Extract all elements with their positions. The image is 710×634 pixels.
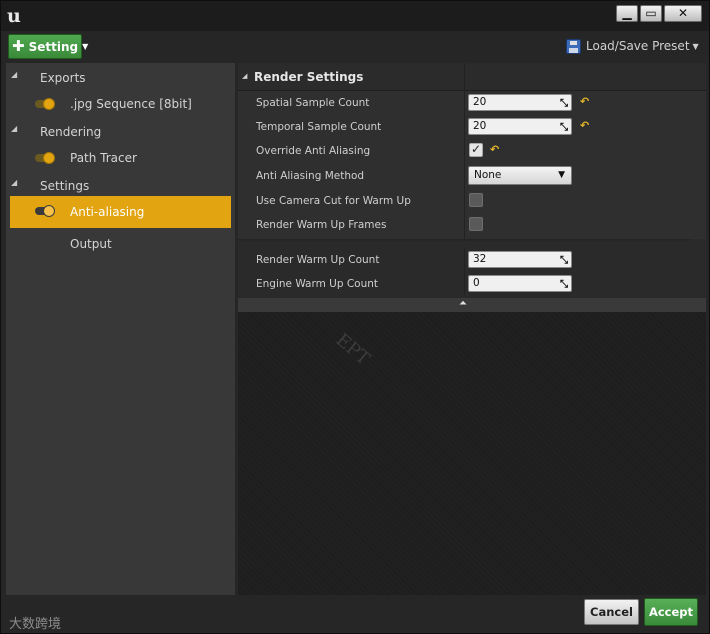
property-use-camera-cut-for-warm-up: Use Camera Cut for Warm Up	[238, 189, 706, 213]
footer: 大数跨境 Cancel Accept	[1, 596, 709, 633]
settings-list-panel: ◢ Exports .jpg Sequence [8bit] ◢ Renderi…	[6, 63, 235, 595]
unreal-logo-icon: u	[7, 5, 21, 27]
toolbar: ✚ Setting ▼ Load/Save Preset ▼	[1, 31, 709, 61]
group-exports[interactable]: ◢ Exports	[6, 65, 235, 89]
plus-icon: ✚	[12, 37, 25, 55]
chevron-down-icon: ▼	[692, 41, 699, 51]
property-label: Anti Aliasing Method	[256, 170, 365, 182]
setting-item-path-tracer[interactable]: Path Tracer	[10, 143, 231, 173]
property-label: Use Camera Cut for Warm Up	[256, 195, 411, 207]
enable-toggle[interactable]	[35, 98, 55, 110]
property-spatial-sample-count: Spatial Sample Count 20 ⤡ ↶	[238, 91, 706, 115]
preset-label: Load/Save Preset	[586, 39, 690, 53]
render-warm-up-frames-checkbox[interactable]	[469, 217, 483, 231]
close-button[interactable]: ✕	[664, 5, 702, 22]
maximize-button[interactable]: ▭	[640, 5, 662, 22]
collapse-up-icon[interactable]: ⏶	[459, 298, 467, 309]
collapse-arrow-icon[interactable]: ◢	[11, 70, 17, 79]
reset-to-default-icon[interactable]: ↶	[580, 119, 589, 132]
setting-item-label: .jpg Sequence [8bit]	[70, 97, 192, 111]
add-setting-label: Setting	[28, 39, 79, 54]
drag-handle-icon[interactable]: ⤡	[560, 96, 568, 111]
property-label: Engine Warm Up Count	[256, 278, 379, 290]
load-save-preset-button[interactable]: Load/Save Preset ▼	[566, 36, 699, 56]
drag-handle-icon[interactable]: ⤡	[560, 253, 568, 268]
group-label: Settings	[40, 179, 90, 193]
cancel-button[interactable]: Cancel	[584, 599, 639, 625]
property-label: Render Warm Up Frames	[256, 219, 387, 231]
group-label: Exports	[40, 71, 86, 85]
chevron-down-icon: ▼	[558, 170, 565, 180]
property-anti-aliasing-method: Anti Aliasing Method None ▼	[238, 163, 706, 189]
render-settings-category: ◢ Render Settings Spatial Sample Count 2…	[238, 63, 706, 312]
group-rendering[interactable]: ◢ Rendering	[6, 119, 235, 143]
drag-handle-icon[interactable]: ⤡	[560, 120, 568, 135]
chevron-down-icon: ▼	[82, 42, 89, 51]
setting-item-anti-aliasing[interactable]: Anti-aliasing	[10, 196, 231, 228]
reset-to-default-icon[interactable]: ↶	[490, 143, 499, 156]
movie-render-queue-window: u ▁ ▭ ✕ ✚ Setting ▼ Load/Save Preset ▼ ◢…	[0, 0, 710, 634]
checkmark-icon: ✓	[471, 142, 482, 156]
collapse-arrow-icon[interactable]: ◢	[242, 72, 247, 80]
override-anti-aliasing-checkbox[interactable]: ✓	[469, 142, 483, 157]
collapse-arrow-icon[interactable]: ◢	[11, 124, 17, 133]
number-value: 32	[473, 253, 487, 265]
collapse-arrow-icon[interactable]: ◢	[11, 178, 17, 187]
setting-item-label: Path Tracer	[70, 151, 137, 165]
title-bar[interactable]: u ▁ ▭ ✕	[1, 1, 709, 31]
setting-item-output[interactable]: Output	[10, 229, 231, 259]
setting-item-label: Anti-aliasing	[70, 205, 145, 219]
property-render-warm-up-frames: Render Warm Up Frames	[238, 213, 706, 237]
temporal-sample-count-input[interactable]: 20 ⤡	[468, 118, 572, 135]
number-value: 20	[473, 96, 487, 108]
number-value: 20	[473, 120, 487, 132]
render-warm-up-count-input[interactable]: 32 ⤡	[468, 251, 572, 268]
category-header[interactable]: ◢ Render Settings	[238, 63, 706, 91]
add-setting-button[interactable]: ✚ Setting ▼	[8, 34, 88, 59]
engine-warm-up-count-input[interactable]: 0 ⤡	[468, 275, 572, 292]
property-label: Override Anti Aliasing	[256, 145, 371, 157]
accept-button[interactable]: Accept	[644, 598, 698, 626]
drag-handle-icon[interactable]: ⤡	[560, 277, 568, 292]
minimize-button[interactable]: ▁	[616, 5, 638, 22]
group-label: Rendering	[40, 125, 102, 139]
watermark: EPT	[331, 329, 374, 370]
brand-watermark: 大数跨境	[9, 617, 62, 632]
group-settings[interactable]: ◢ Settings	[6, 173, 235, 197]
category-title: Render Settings	[254, 70, 364, 84]
details-panel: ◢ Render Settings Spatial Sample Count 2…	[238, 63, 706, 595]
enable-toggle[interactable]	[35, 205, 55, 217]
anti-aliasing-method-dropdown[interactable]: None ▼	[468, 166, 572, 185]
property-render-warm-up-count: Render Warm Up Count 32 ⤡	[238, 248, 706, 272]
spatial-sample-count-input[interactable]: 20 ⤡	[468, 94, 572, 111]
reset-to-default-icon[interactable]: ↶	[580, 95, 589, 108]
property-override-anti-aliasing: Override Anti Aliasing ✓ ↶	[238, 139, 706, 163]
property-label: Temporal Sample Count	[256, 121, 382, 133]
property-label: Render Warm Up Count	[256, 254, 380, 266]
number-value: 0	[473, 277, 480, 289]
property-temporal-sample-count: Temporal Sample Count 20 ⤡ ↶	[238, 115, 706, 139]
use-camera-cut-checkbox[interactable]	[469, 193, 483, 207]
property-engine-warm-up-count: Engine Warm Up Count 0 ⤡	[238, 272, 706, 296]
floppy-disk-icon	[566, 38, 581, 54]
setting-item-jpg-sequence[interactable]: .jpg Sequence [8bit]	[10, 89, 231, 119]
advanced-separator	[238, 239, 690, 242]
property-label: Spatial Sample Count	[256, 97, 370, 109]
advanced-collapse-bar[interactable]: ⏶	[238, 298, 706, 312]
dropdown-value: None	[474, 169, 502, 181]
setting-item-label: Output	[70, 237, 112, 251]
enable-toggle[interactable]	[35, 152, 55, 164]
